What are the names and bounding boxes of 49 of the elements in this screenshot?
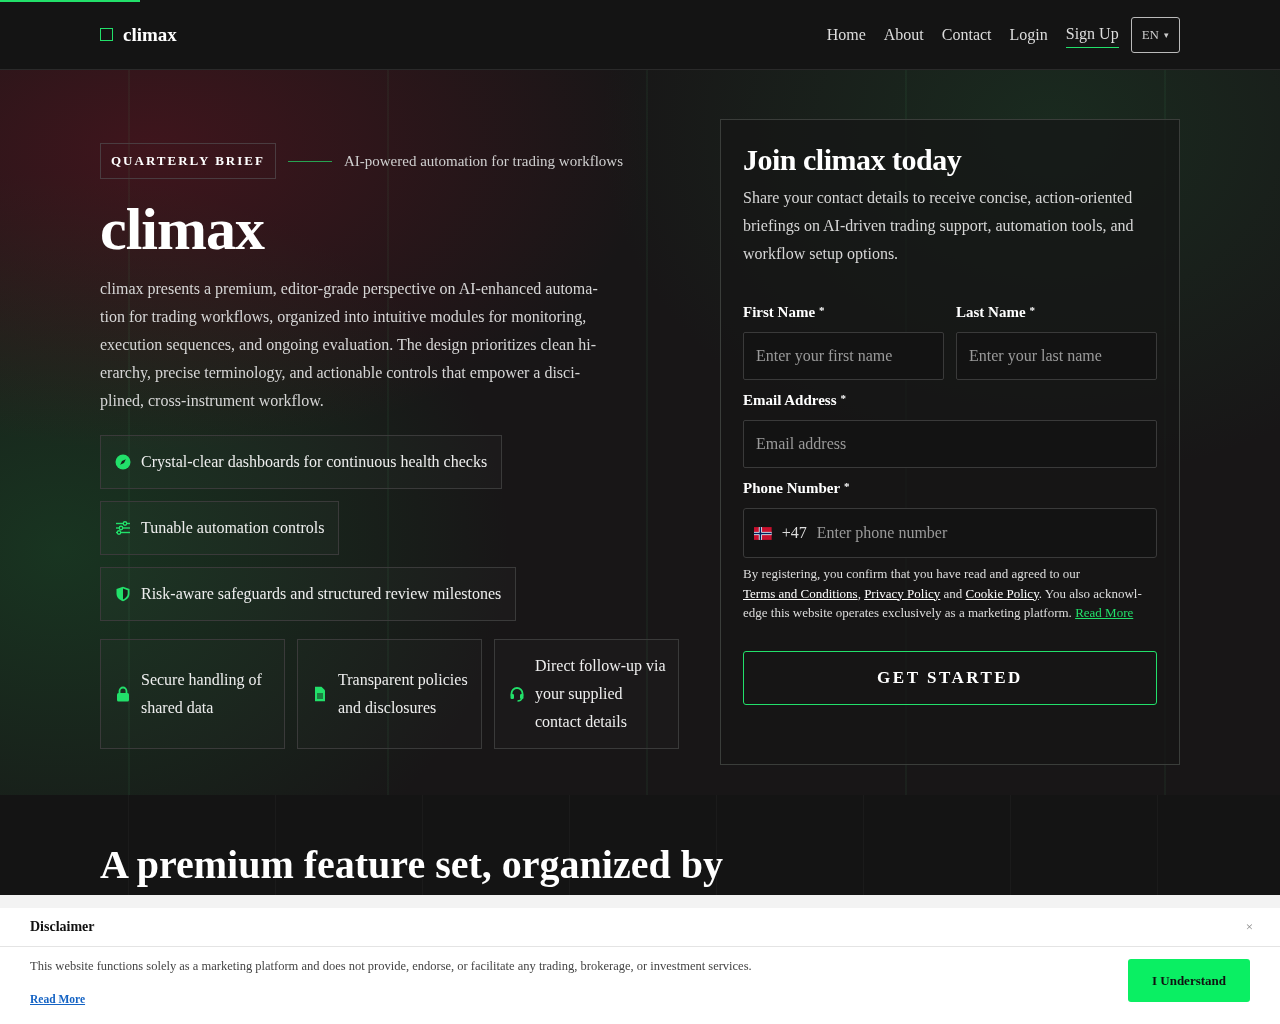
feature-card-text: Transparent policies and disclosures: [338, 670, 469, 718]
feature-card-text: Secure handling of shared data: [141, 670, 263, 718]
policy-link[interactable]: Terms and Conditions: [743, 585, 858, 601]
input-field[interactable]: Enter your last name: [956, 332, 1157, 380]
form-intro: Share your contact details to receive concise, action-oriented briefings on AI-driven trading support, automation tools, and workflow setup options.: [743, 188, 1135, 265]
feature-card-text: Direct follow-up via your supplied contact details: [535, 656, 666, 732]
read-more-link[interactable]: Read More: [30, 993, 86, 1005]
input-field[interactable]: Email address: [743, 420, 1157, 468]
logo-text: climax: [123, 23, 177, 46]
phone-input[interactable]: Enter phone number: [816, 524, 1146, 542]
document-icon: [312, 686, 328, 702]
policy-link[interactable]: Cookie Policy: [965, 585, 1039, 601]
sliders-icon: [115, 520, 131, 536]
hero-title: climax: [100, 195, 266, 264]
form-title: Join climax today: [743, 142, 963, 178]
nav-link[interactable]: Login: [1009, 21, 1048, 48]
legal-text: By registering, you confirm that you have read and agreed to our Terms and Conditions, Privacy Policy and Cookie Policy. You also acknowl-edge this website operates exclusively as a marketing platform. Read More: [743, 565, 1143, 622]
field-label: First Name *: [743, 304, 826, 321]
hero-description: climax presents a premium, editor-grade perspective on AI-enhanced automa- tion for trading workflows, organized into intuitive modules for monitoring, execution sequences, and ongoing evaluation. The design prioritizes clean hi- erarchy, precise terminology, and actionable controls that empower a disci- plined, cross-instrument workflow.: [100, 279, 599, 412]
badge: QUARTERLY BRIEF: [100, 143, 276, 179]
understand-button[interactable]: I Understand: [1127, 959, 1250, 1002]
nav-link[interactable]: About: [883, 21, 924, 48]
language-selector[interactable]: EN ▾: [1130, 16, 1180, 53]
read-more-link[interactable]: Read More: [1075, 605, 1134, 620]
phone-prefix: +47: [781, 524, 807, 542]
disclaimer-text: This website functions solely as a marketing platform and does not provide, endorse, or facilitate any trading, brokerage, or investment services.: [30, 959, 752, 974]
lock-icon: [115, 686, 131, 702]
get-started-button[interactable]: GET STARTED: [743, 650, 1157, 705]
disclaimer-title: Disclaimer: [30, 919, 95, 935]
field-label: Last Name *: [956, 304, 1037, 321]
policy-link[interactable]: Privacy Policy: [864, 585, 941, 601]
nav-link[interactable]: Home: [826, 21, 866, 48]
phone-field[interactable]: +47 Enter phone number: [743, 508, 1157, 558]
compass-icon: [115, 454, 131, 470]
feature-text: Tunable automation controls: [141, 519, 325, 537]
field-label: Email Address *: [743, 392, 847, 409]
nav-link[interactable]: Contact: [941, 21, 992, 48]
headset-icon: [509, 686, 525, 702]
section-heading: A premium feature set, organized by: [100, 841, 724, 889]
input-field[interactable]: Enter your first name: [743, 332, 944, 380]
field-label: Phone Number *: [743, 480, 851, 497]
close-button[interactable]: ×: [1245, 919, 1253, 935]
feature-text: Risk-aware safeguards and structured review milestones: [141, 585, 502, 603]
tagline: AI-powered automation for trading workflows: [343, 152, 623, 170]
nav-link[interactable]: Sign Up: [1065, 21, 1119, 48]
flag-icon: [754, 525, 772, 541]
feature-text: Crystal-clear dashboards for continuous health checks: [141, 453, 488, 471]
shield-icon: [115, 586, 131, 602]
logo-icon: [100, 28, 113, 41]
